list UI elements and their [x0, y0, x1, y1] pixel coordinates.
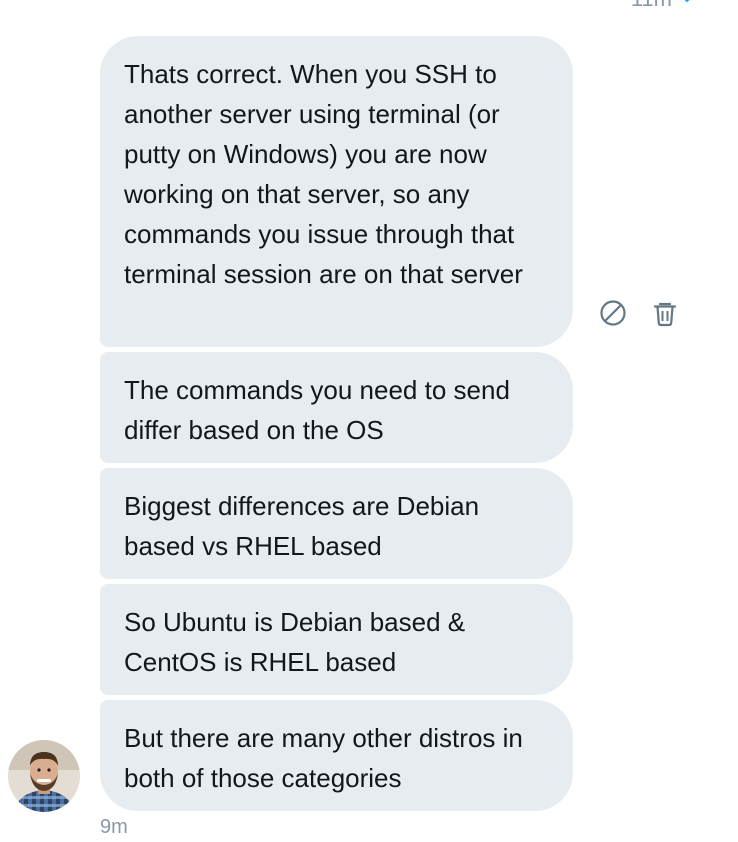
message-bubble[interactable]: So Ubuntu is Debian based & CentOS is RH…	[100, 584, 573, 695]
message-actions	[598, 298, 680, 328]
message-text: So Ubuntu is Debian based & CentOS is RH…	[124, 607, 466, 677]
message-timestamp: 9m	[100, 816, 128, 838]
message-bubble[interactable]: The commands you need to send differ bas…	[100, 352, 573, 463]
chevron-down-icon[interactable]	[680, 0, 694, 8]
message-text: The commands you need to send differ bas…	[124, 375, 510, 445]
trash-icon[interactable]	[650, 298, 680, 328]
previous-timestamp: 11m	[631, 0, 694, 12]
message-text: Biggest differences are Debian based vs …	[124, 491, 480, 561]
previous-timestamp-label: 11m	[631, 0, 672, 12]
message-bubble[interactable]: Biggest differences are Debian based vs …	[100, 468, 573, 579]
message-text: Thats correct. When you SSH to another s…	[124, 59, 523, 289]
block-icon[interactable]	[598, 298, 628, 328]
message-bubble[interactable]: Thats correct. When you SSH to another s…	[100, 36, 573, 347]
message-text: But there are many other distros in both…	[124, 723, 523, 793]
message-bubble[interactable]: But there are many other distros in both…	[100, 700, 573, 811]
avatar[interactable]	[8, 740, 80, 812]
